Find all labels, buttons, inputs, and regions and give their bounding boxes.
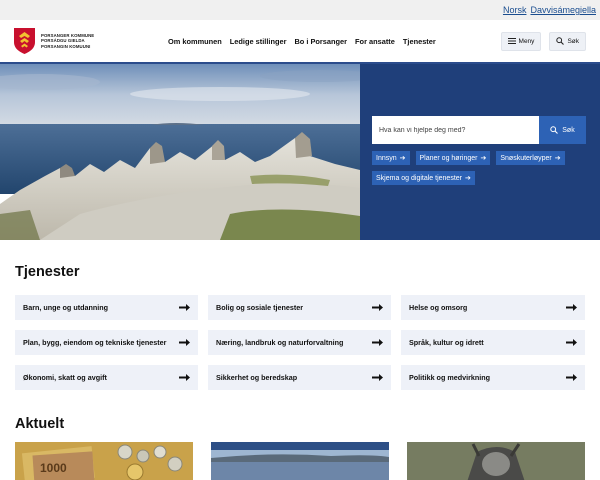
header-search-button[interactable]: Søk: [549, 31, 586, 51]
service-label: Politikk og medvirkning: [409, 373, 491, 382]
hero-search-input[interactable]: [372, 116, 539, 144]
hero-search-button[interactable]: Søk: [539, 116, 586, 144]
quick-link-planer[interactable]: Planer og høringer ➔: [415, 151, 491, 165]
arrow-right-icon: [372, 339, 383, 346]
arrow-right-icon: [179, 339, 190, 346]
services-grid: Barn, unge og utdanning Bolig og sosiale…: [0, 295, 600, 390]
service-label: Barn, unge og utdanning: [23, 303, 109, 312]
service-card[interactable]: Barn, unge og utdanning: [15, 295, 198, 320]
quick-link-snoskuter[interactable]: Snøskuterløyper ➔: [496, 151, 565, 165]
quick-link-skjema[interactable]: Skjema og digitale tjenester ➔: [372, 171, 475, 185]
hamburger-icon: [507, 38, 516, 44]
arrow-right-icon: [179, 304, 190, 311]
hero-image: [0, 64, 360, 240]
service-label: Næring, landbruk og naturforvaltning: [216, 338, 344, 347]
arrow-right-icon: ➔: [465, 175, 471, 182]
header-actions: Meny Søk: [500, 31, 586, 51]
service-label: Sikkerhet og beredskap: [216, 373, 298, 382]
quick-link-label: Planer og høringer: [419, 154, 478, 162]
service-card[interactable]: Næring, landbruk og naturforvaltning: [208, 330, 391, 355]
menu-button[interactable]: Meny: [500, 31, 542, 51]
logo-line-3: PORSANGIN KOMUUNI: [41, 43, 91, 49]
hero-search-form: Søk: [372, 116, 586, 144]
service-card[interactable]: Politikk og medvirkning: [401, 365, 585, 390]
service-card[interactable]: Plan, bygg, eiendom og tekniske tjeneste…: [15, 330, 198, 355]
quick-links: Innsyn ➔ Planer og høringer ➔ Snøskuterl…: [372, 151, 586, 185]
nav-tjenester[interactable]: Tjenester: [403, 37, 436, 46]
nav-for-ansatte[interactable]: For ansatte: [355, 37, 395, 46]
arrow-right-icon: [372, 304, 383, 311]
arrow-right-icon: [179, 374, 190, 381]
services-heading: Tjenester: [15, 264, 80, 280]
quick-link-innsyn[interactable]: Innsyn ➔: [372, 151, 410, 165]
arrow-right-icon: ➔: [554, 155, 561, 162]
hero-search-panel: Søk Innsyn ➔ Planer og høringer ➔ Snøsku…: [360, 64, 600, 240]
service-label: Språk, kultur og idrett: [409, 338, 484, 347]
main-nav: Om kommunen Ledige stillinger Bo i Porsa…: [168, 37, 501, 46]
news-list: 1000: [0, 442, 600, 480]
arrow-right-icon: [372, 374, 383, 381]
service-card[interactable]: Språk, kultur og idrett: [401, 330, 585, 355]
nav-bo-i-porsanger[interactable]: Bo i Porsanger: [294, 37, 347, 46]
nav-ledige-stillinger[interactable]: Ledige stillinger: [230, 37, 287, 46]
lang-sami-link[interactable]: Davvisámegiella: [530, 5, 596, 15]
service-label: Bolig og sosiale tjenester: [216, 303, 304, 312]
hero-section: Søk Innsyn ➔ Planer og høringer ➔ Snøsku…: [0, 64, 600, 240]
quick-link-label: Skjema og digitale tjenester: [376, 174, 462, 182]
header-search-label: Søk: [567, 37, 579, 45]
service-card[interactable]: Økonomi, skatt og avgift: [15, 365, 198, 390]
arrow-right-icon: [566, 304, 577, 311]
coat-of-arms-icon: [14, 28, 35, 54]
magnifier-icon: [556, 37, 565, 45]
logo-text: PORSANGER KOMMUNE PORSÁŊGU GIELDA PORSAN…: [41, 33, 94, 49]
magnifier-icon: [550, 126, 559, 134]
language-bar: Norsk Davvisámegiella: [0, 0, 600, 20]
news-image-money[interactable]: 1000: [15, 442, 193, 480]
service-card[interactable]: Sikkerhet og beredskap: [208, 365, 391, 390]
arrow-right-icon: [566, 374, 577, 381]
service-card[interactable]: Helse og omsorg: [401, 295, 585, 320]
svg-text:1000: 1000: [40, 461, 67, 475]
news-heading: Aktuelt: [15, 416, 65, 432]
lang-norsk-link[interactable]: Norsk: [503, 5, 527, 15]
arrow-right-icon: ➔: [399, 155, 406, 162]
arrow-right-icon: [566, 339, 577, 346]
quick-link-label: Innsyn: [376, 154, 397, 162]
quick-link-label: Snøskuterløyper: [500, 154, 552, 162]
news-image-landscape[interactable]: [211, 442, 389, 480]
arrow-right-icon: ➔: [480, 155, 487, 162]
hero-search-button-label: Søk: [562, 126, 575, 134]
news-image-reindeer[interactable]: [407, 442, 585, 480]
nav-om-kommunen[interactable]: Om kommunen: [168, 37, 222, 46]
service-label: Økonomi, skatt og avgift: [23, 373, 107, 382]
service-label: Plan, bygg, eiendom og tekniske tjeneste…: [23, 338, 167, 347]
service-card[interactable]: Bolig og sosiale tjenester: [208, 295, 391, 320]
menu-button-label: Meny: [518, 37, 535, 45]
service-label: Helse og omsorg: [409, 303, 468, 312]
site-logo[interactable]: PORSANGER KOMMUNE PORSÁŊGU GIELDA PORSAN…: [14, 28, 164, 54]
site-header: PORSANGER KOMMUNE PORSÁŊGU GIELDA PORSAN…: [0, 20, 600, 64]
